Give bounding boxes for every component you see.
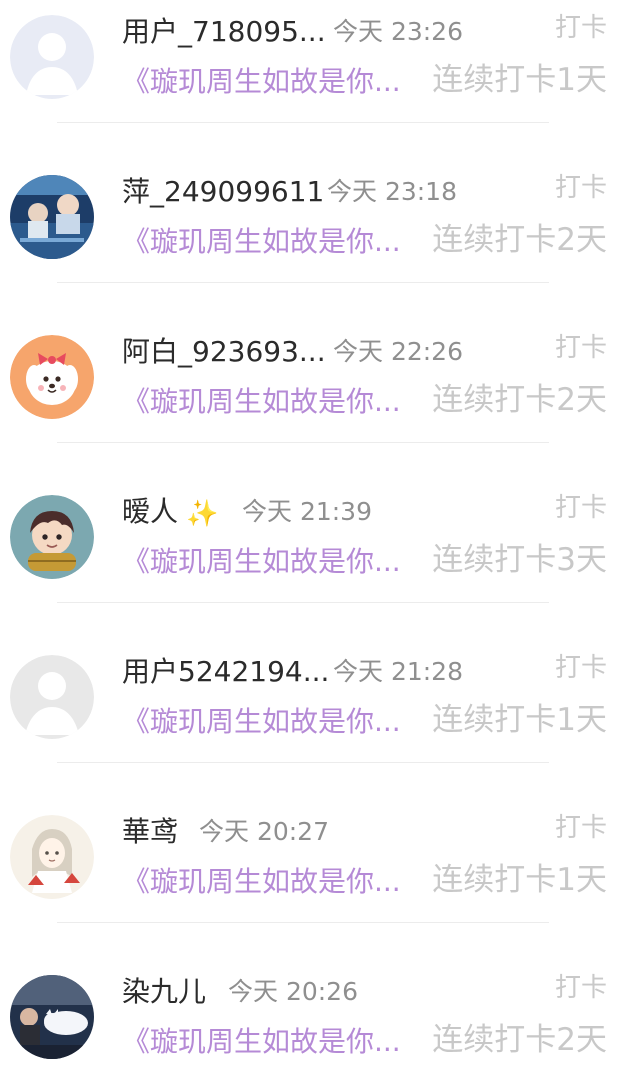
feed-item[interactable]: 染九儿 今天 20:26 打卡 《璇玑周生如故是你... 连续打卡2天 bbox=[0, 960, 627, 1069]
row-divider bbox=[57, 282, 549, 283]
post-time: 今天 23:26 bbox=[333, 17, 463, 46]
feed-item[interactable]: 萍_249099611 今天 23:18 打卡 《璇玑周生如故是你... 连续打… bbox=[0, 160, 627, 320]
streak-count: 连续打卡1天 bbox=[432, 62, 607, 98]
checkin-type-label: 打卡 bbox=[554, 813, 607, 843]
avatar-anime-icon[interactable] bbox=[10, 815, 94, 899]
post-time: 今天 20:26 bbox=[228, 977, 358, 1006]
post-time: 今天 22:26 bbox=[333, 337, 463, 366]
row-divider bbox=[57, 122, 549, 123]
streak-count: 连续打卡2天 bbox=[432, 382, 607, 418]
avatar-photo-cat-icon[interactable] bbox=[10, 975, 94, 1059]
book-title-link[interactable]: 《璇玑周生如故是你... bbox=[122, 222, 402, 262]
book-title-link[interactable]: 《璇玑周生如故是你... bbox=[122, 62, 402, 102]
post-time: 今天 21:39 bbox=[242, 497, 372, 526]
book-title-link[interactable]: 《璇玑周生如故是你... bbox=[122, 382, 402, 422]
feed-item[interactable]: 用户5242194... 今天 21:28 打卡 《璇玑周生如故是你... 连续… bbox=[0, 640, 627, 800]
checkin-type-label: 打卡 bbox=[554, 653, 607, 683]
book-title-link[interactable]: 《璇玑周生如故是你... bbox=[122, 702, 402, 742]
book-title-link[interactable]: 《璇玑周生如故是你... bbox=[122, 1022, 402, 1062]
avatar-default-grey-icon[interactable] bbox=[10, 655, 94, 739]
post-time: 今天 21:28 bbox=[333, 657, 463, 686]
streak-count: 连续打卡1天 bbox=[432, 862, 607, 898]
row-divider bbox=[57, 762, 549, 763]
feed-item[interactable]: 用户_718095... 今天 23:26 打卡 《璇玑周生如故是你... 连续… bbox=[0, 0, 627, 160]
checkin-type-label: 打卡 bbox=[554, 493, 607, 523]
user-name[interactable]: 暧人 ✨ bbox=[122, 492, 218, 533]
post-time: 今天 23:18 bbox=[327, 177, 457, 206]
checkin-type-label: 打卡 bbox=[554, 13, 607, 43]
streak-count: 连续打卡2天 bbox=[432, 1022, 607, 1058]
user-name[interactable]: 萍_249099611 bbox=[122, 172, 324, 212]
checkin-type-label: 打卡 bbox=[554, 973, 607, 1003]
avatar-cartoon-girl-icon[interactable] bbox=[10, 495, 94, 579]
avatar-default-icon[interactable] bbox=[10, 15, 94, 99]
user-name[interactable]: 華鸢 bbox=[122, 812, 178, 852]
checkin-feed: 用户_718095... 今天 23:26 打卡 《璇玑周生如故是你... 连续… bbox=[0, 0, 627, 1069]
post-time: 今天 20:27 bbox=[199, 817, 329, 846]
user-name[interactable]: 染九儿 bbox=[122, 972, 206, 1012]
user-name[interactable]: 阿白_923693... bbox=[122, 332, 326, 372]
feed-item[interactable]: 暧人 ✨ 今天 21:39 打卡 《璇玑周生如故是你... 连续打卡3天 bbox=[0, 480, 627, 640]
user-name[interactable]: 用户5242194... bbox=[122, 652, 329, 692]
feed-item[interactable]: 阿白_923693... 今天 22:26 打卡 《璇玑周生如故是你... 连续… bbox=[0, 320, 627, 480]
checkin-type-label: 打卡 bbox=[554, 333, 607, 363]
book-title-link[interactable]: 《璇玑周生如故是你... bbox=[122, 542, 402, 582]
user-name[interactable]: 用户_718095... bbox=[122, 12, 326, 52]
streak-count: 连续打卡2天 bbox=[432, 222, 607, 258]
sparkle-icon: ✨ bbox=[186, 499, 219, 529]
feed-item[interactable]: 華鸢 今天 20:27 打卡 《璇玑周生如故是你... 连续打卡1天 bbox=[0, 800, 627, 960]
user-name-text[interactable]: 暧人 bbox=[122, 495, 178, 528]
checkin-type-label: 打卡 bbox=[554, 173, 607, 203]
avatar-cartoon-dog-icon[interactable] bbox=[10, 335, 94, 419]
row-divider bbox=[57, 442, 549, 443]
avatar-photo-icon[interactable] bbox=[10, 175, 94, 259]
row-divider bbox=[57, 922, 549, 923]
row-divider bbox=[57, 602, 549, 603]
streak-count: 连续打卡3天 bbox=[432, 542, 607, 578]
book-title-link[interactable]: 《璇玑周生如故是你... bbox=[122, 862, 402, 902]
streak-count: 连续打卡1天 bbox=[432, 702, 607, 738]
